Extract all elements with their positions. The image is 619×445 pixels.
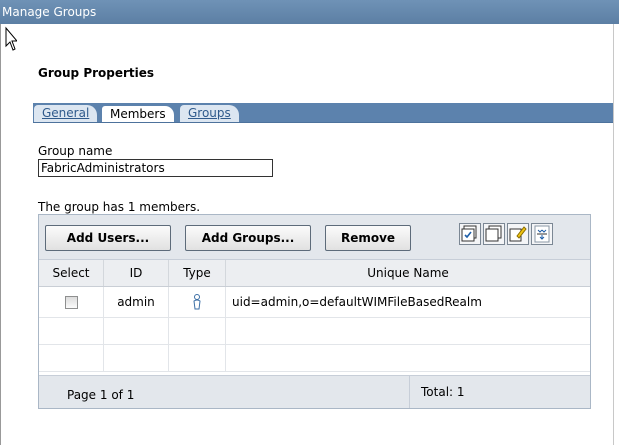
empty-row (39, 344, 590, 372)
column-header-select[interactable]: Select (39, 260, 104, 287)
select-all-icon[interactable] (459, 223, 481, 245)
row-select-cell (39, 286, 104, 318)
group-name-field[interactable] (38, 159, 273, 177)
column-header-type[interactable]: Type (168, 260, 226, 287)
filter-icon[interactable] (531, 223, 553, 245)
row-unique-name: uid=admin,o=defaultWIMFileBasedRealm (225, 286, 590, 318)
empty-row (39, 317, 590, 345)
left-border (0, 24, 1, 445)
tab-bar: General Members Groups (33, 103, 613, 123)
remove-button[interactable]: Remove (325, 225, 411, 251)
add-groups-button[interactable]: Add Groups... (185, 225, 311, 251)
table-footer: Page 1 of 1 Total: 1 (39, 375, 590, 408)
user-icon (193, 294, 201, 310)
row-type-cell (168, 286, 226, 318)
window-title: Manage Groups (2, 5, 97, 19)
edit-icon[interactable] (507, 223, 529, 245)
add-users-button[interactable]: Add Users... (45, 225, 171, 251)
table-row: admin uid=admin,o=defaultWIMFileBasedRea… (39, 286, 590, 318)
window-title-bar: Manage Groups (0, 0, 619, 24)
row-select-checkbox[interactable] (64, 296, 78, 309)
page-indicator: Page 1 of 1 (67, 388, 135, 402)
column-header-unique-name[interactable]: Unique Name (225, 260, 590, 287)
row-id: admin (103, 286, 169, 318)
members-toolbar: Add Users... Add Groups... Remove (39, 215, 590, 260)
right-border (613, 24, 614, 445)
section-title: Group Properties (38, 66, 155, 80)
footer-divider (409, 376, 410, 408)
total-count: Total: 1 (421, 385, 465, 399)
members-panel: Add Users... Add Groups... Remove Select… (38, 214, 591, 409)
deselect-all-icon[interactable] (483, 223, 505, 245)
tab-general[interactable]: General (34, 105, 98, 122)
column-header-id[interactable]: ID (103, 260, 169, 287)
members-table: Select ID Type Unique Name admin uid=adm… (39, 260, 590, 372)
tab-members[interactable]: Members (101, 105, 175, 122)
table-header-row: Select ID Type Unique Name (39, 260, 590, 287)
tab-groups[interactable]: Groups (180, 105, 239, 122)
group-name-label: Group name (38, 144, 113, 158)
mouse-cursor-icon (5, 26, 17, 51)
members-count-text: The group has 1 members. (38, 200, 201, 214)
